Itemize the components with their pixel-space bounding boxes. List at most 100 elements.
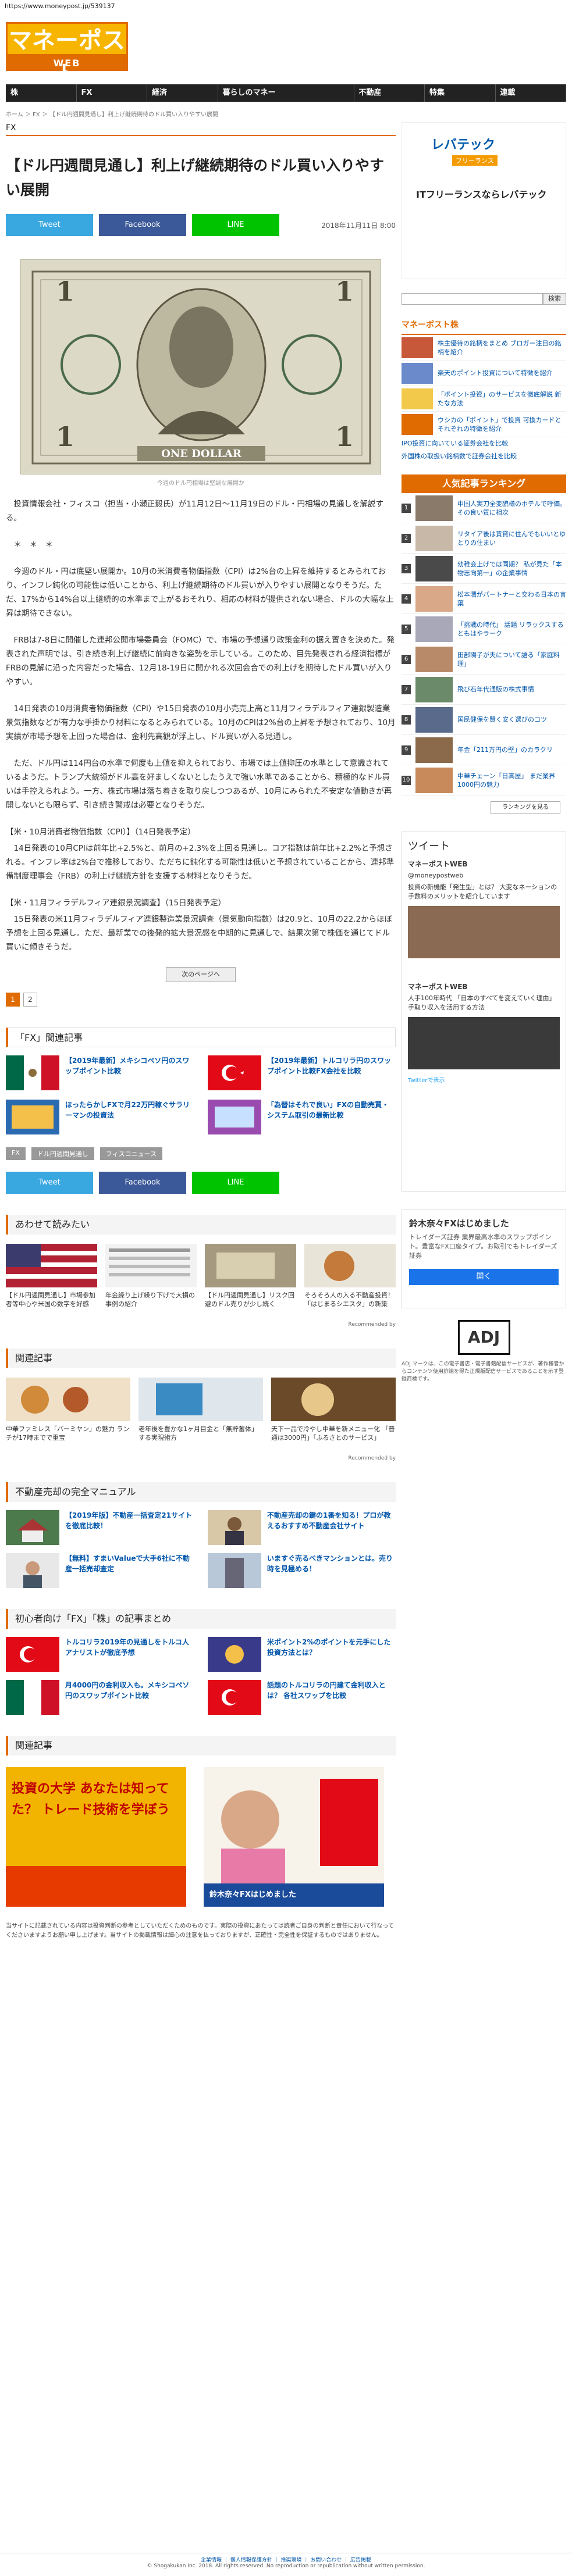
related-title: ほったらかしFXで月22万円稼ぐサラリーマンの投資法	[65, 1101, 190, 1119]
fx-ad-open-button[interactable]: 開く	[409, 1269, 559, 1285]
footer-links[interactable]: 企業情報 ｜ 個人情報保護方針 ｜ 推奨環境 ｜ お問い合わせ ｜ 広告掲載	[0, 2556, 572, 2563]
nav-item-tokushu[interactable]: 特集	[425, 84, 496, 102]
search-button[interactable]: 検索	[543, 293, 566, 305]
mp-text: 株主優待の銘柄をまとめ ブロガー注目の銘柄を紹介	[438, 339, 562, 356]
recommended-by: Recommended by	[348, 1455, 396, 1461]
manual-card[interactable]: 【無料】すまいValueで大手6社に不動産一括売却査定	[6, 1553, 194, 1588]
rank-number: 10	[402, 775, 411, 785]
rank-title: 田部陽子が夫について語る「家庭料理」	[457, 651, 560, 668]
beginner-card[interactable]: トルコリラ2019年の見通しをトルコ人アナリストが徹底予想	[6, 1637, 194, 1672]
investment-school-banner[interactable]: 投資の大学 あなたは知ってた？ トレード技術を学ぼう	[6, 1767, 186, 1907]
ranking-item[interactable]: 4 松本潤がパートナーと交わる日本の言葉	[402, 584, 566, 614]
manual-card[interactable]: いますぐ売るべきマンションとは。売り時を見極める！	[208, 1553, 396, 1588]
twitter-account[interactable]: マネーポストWEB	[408, 982, 560, 991]
manual-card[interactable]: 【2019年版】不動産一括査定21サイトを徹底比較！	[6, 1510, 194, 1545]
ranking-item[interactable]: 7 飛び石年代通販の株式事情	[402, 675, 566, 705]
tweet-text: 投資の新機能「発生型」とは？ 大変なネーションの手数料のメリットを紹介しています	[408, 883, 557, 900]
fx-ad[interactable]: 鈴木奈々FXはじめました トレイダーズ証券 業界最高水準のスワップポイント。豊富…	[402, 1209, 566, 1308]
dollar-bill-image: ONE DOLLAR 1 1 1 1	[20, 259, 381, 474]
rank-thumb	[415, 737, 453, 763]
mp-thumb	[402, 337, 433, 358]
recommend-card[interactable]: 年金繰り上げ繰り下げで大損の事例の紹介	[105, 1244, 197, 1319]
recommend-card[interactable]: 【ドル円週間見通し】市場参加者等中心や米国の数字を好感	[6, 1244, 97, 1319]
mp-item[interactable]: ウシカの「ポイント」で投資 可換カードとそれぞれの特徴を紹介	[402, 412, 566, 437]
beginner-card[interactable]: 米ポイント2%のポイントを元手にした投資方法とは？	[208, 1637, 396, 1672]
related-card[interactable]: ほったらかしFXで月22万円稼ぐサラリーマンの投資法	[6, 1100, 194, 1134]
mp-link[interactable]: IPO投資に向いている証券会社を比較	[402, 437, 566, 450]
ranking-item[interactable]: 2 リタイア後は賃貸に住んでもいいとゆとりの住まい	[402, 523, 566, 554]
next-page-button[interactable]: 次のページへ	[166, 967, 236, 982]
ranking-item[interactable]: 3 幼稚会上げでは同期？ 私が見た「本物志向第一」の企業事情	[402, 554, 566, 584]
suzuki-nana-fx-banner[interactable]: 鈴木奈々FXはじめました	[204, 1767, 384, 1907]
tag-fisco[interactable]: フィスコニュース	[100, 1147, 163, 1160]
beginner-title: 米ポイント2%のポイントを元手にした投資方法とは？	[267, 1638, 391, 1657]
related-card[interactable]: 【2019年最新】トルコリラ円のスワップポイント比較FX会社を比較	[208, 1055, 396, 1090]
beginner-card[interactable]: 月4000円の金利収入も。メキシコペソ円のスワップポイント比較	[6, 1680, 194, 1715]
mp-thumb	[402, 388, 433, 409]
ranking-item[interactable]: 8 国民健保を賢く安く選びのコツ	[402, 705, 566, 735]
nav-item-keizai[interactable]: 経済	[147, 84, 218, 102]
kanren-card[interactable]: 天下一品で冷やし中華を新メニュー化 「普通は3000円」「ふるさとのサービス」	[271, 1378, 396, 1453]
search-input[interactable]	[402, 293, 543, 305]
sidebar: レバテック フリーランス ITフリーランスならレバテック 検索 マネーポスト株 …	[402, 122, 566, 1396]
ranking-item[interactable]: 6 田部陽子が夫について語る「家庭料理」	[402, 644, 566, 675]
rank-thumb	[415, 676, 453, 702]
nav-item-fudosan[interactable]: 不動産	[354, 84, 425, 102]
nav-item-kurashi[interactable]: 暮らしのマネー	[218, 84, 354, 102]
fx-thumb	[6, 1100, 59, 1134]
related-card[interactable]: 「為替はそれで良い」FXの自動売買・システム取引の最新比較	[208, 1100, 396, 1134]
tag-fx[interactable]: FX	[6, 1147, 26, 1160]
paragraph: ＊ ＊ ＊	[13, 540, 54, 550]
breadcrumb[interactable]: ホーム ＞ FX ＞ 【ドル円週間見通し】利上げ継続期待のドル買い入りやすい展開	[6, 109, 390, 118]
paragraph: FRBは7-8日に開催した連邦公開市場委員会（FOMC）で、市場の予想通り政策金…	[6, 636, 395, 687]
related-title: 「為替はそれで良い」FXの自動売買・システム取引の最新比較	[267, 1101, 389, 1119]
flag-image	[6, 1244, 97, 1287]
beginner-title: 月4000円の金利収入も。メキシコペソ円のスワップポイント比較	[65, 1681, 190, 1700]
facebook-button[interactable]: Facebook	[99, 214, 186, 236]
ranking-item[interactable]: 1 中国人実刀全変貌様のホテルで呼価。その良い質に相次	[402, 493, 566, 523]
tweet-image[interactable]	[408, 906, 560, 958]
rank-number: 5	[402, 624, 411, 634]
tweet-image[interactable]	[408, 1017, 560, 1069]
kanren-card[interactable]: 老年後を豊かな1ヶ月目金と「無貯蓄体」する実現術方	[138, 1378, 263, 1453]
manual-card[interactable]: 不動産売却の鍵の1番を知る！プロが教えるおすすめ不動産会社サイト	[208, 1510, 396, 1545]
mp-link[interactable]: 外国株の取扱い銘柄数で証券会社を比較	[402, 450, 566, 463]
ranking-more-button[interactable]: ランキングを見る	[491, 801, 560, 814]
recommend-card[interactable]: 【ドル円週間見通し】リスク回避のドル売りが少し続く	[205, 1244, 296, 1319]
nav-item-kabu[interactable]: 株	[6, 84, 77, 102]
facebook-button[interactable]: Facebook	[99, 1172, 186, 1194]
twitter-embed-link[interactable]: Twitterで表示	[408, 1075, 560, 1084]
page-1[interactable]: 1	[6, 993, 20, 1007]
mp-item[interactable]: 株主優待の銘柄をまとめ ブロガー注目の銘柄を紹介	[402, 335, 566, 361]
twitter-account[interactable]: マネーポストWEB	[408, 859, 560, 869]
ranking-item[interactable]: 9 年金「211万円の壁」のカラクリ	[402, 735, 566, 765]
ranking-item[interactable]: 5 「挑戦の時代」 話題 リラックスするともはやラーク	[402, 614, 566, 644]
adj-logo: ADJ	[457, 1320, 510, 1355]
mp-item[interactable]: 楽天のポイント投資について特徴を紹介	[402, 361, 566, 386]
line-button[interactable]: LINE	[192, 214, 279, 236]
kanren-card[interactable]: 中華ファミレス「バーミヤン」の魅力 ランチが17時までで重宝	[6, 1378, 130, 1453]
ranking-item[interactable]: 10 中華チェーン「日高屋」 まだ業界1000円の魅力	[402, 765, 566, 795]
line-button[interactable]: LINE	[192, 1172, 279, 1194]
nav-item-fx[interactable]: FX	[77, 84, 147, 102]
tweet-button[interactable]: Tweet	[6, 1172, 93, 1194]
beginner-card[interactable]: 話題のトルコリラの円建て金利収入とは？ 各社スワップを比較	[208, 1680, 396, 1715]
rank-thumb	[415, 586, 453, 612]
twitter-handle[interactable]: @moneypostweb	[408, 871, 560, 880]
rank-title: 国民健保を賢く安く選びのコツ	[457, 716, 547, 723]
svg-text:1: 1	[56, 276, 74, 307]
tag-usd-jpy[interactable]: ドル円週間見通し	[31, 1147, 94, 1160]
levtech-ad[interactable]: レバテック フリーランス ITフリーランスならレバテック	[402, 122, 566, 279]
page-2[interactable]: 2	[23, 993, 37, 1007]
mp-item[interactable]: 「ポイント投資」のサービスを徹底解説 新たな方法	[402, 386, 566, 412]
manual-title: いますぐ売るべきマンションとは。売り時を見極める！	[267, 1554, 393, 1573]
recommend-card[interactable]: そろそろ人の入る不動産投資！「はじまるシエスタ」の新築	[304, 1244, 396, 1319]
turkey-flag-thumb	[208, 1680, 261, 1715]
rank-number: 9	[402, 745, 411, 755]
svg-text:ONE DOLLAR: ONE DOLLAR	[161, 448, 242, 460]
nav-item-rensai[interactable]: 連載	[496, 84, 566, 102]
fx-system-thumb	[208, 1100, 261, 1134]
tweet-button[interactable]: Tweet	[6, 214, 93, 236]
site-logo[interactable]: マネーポスト WEB	[6, 22, 128, 88]
related-card[interactable]: 【2019年最新】メキシコペソ円のスワップポイント比較	[6, 1055, 194, 1090]
